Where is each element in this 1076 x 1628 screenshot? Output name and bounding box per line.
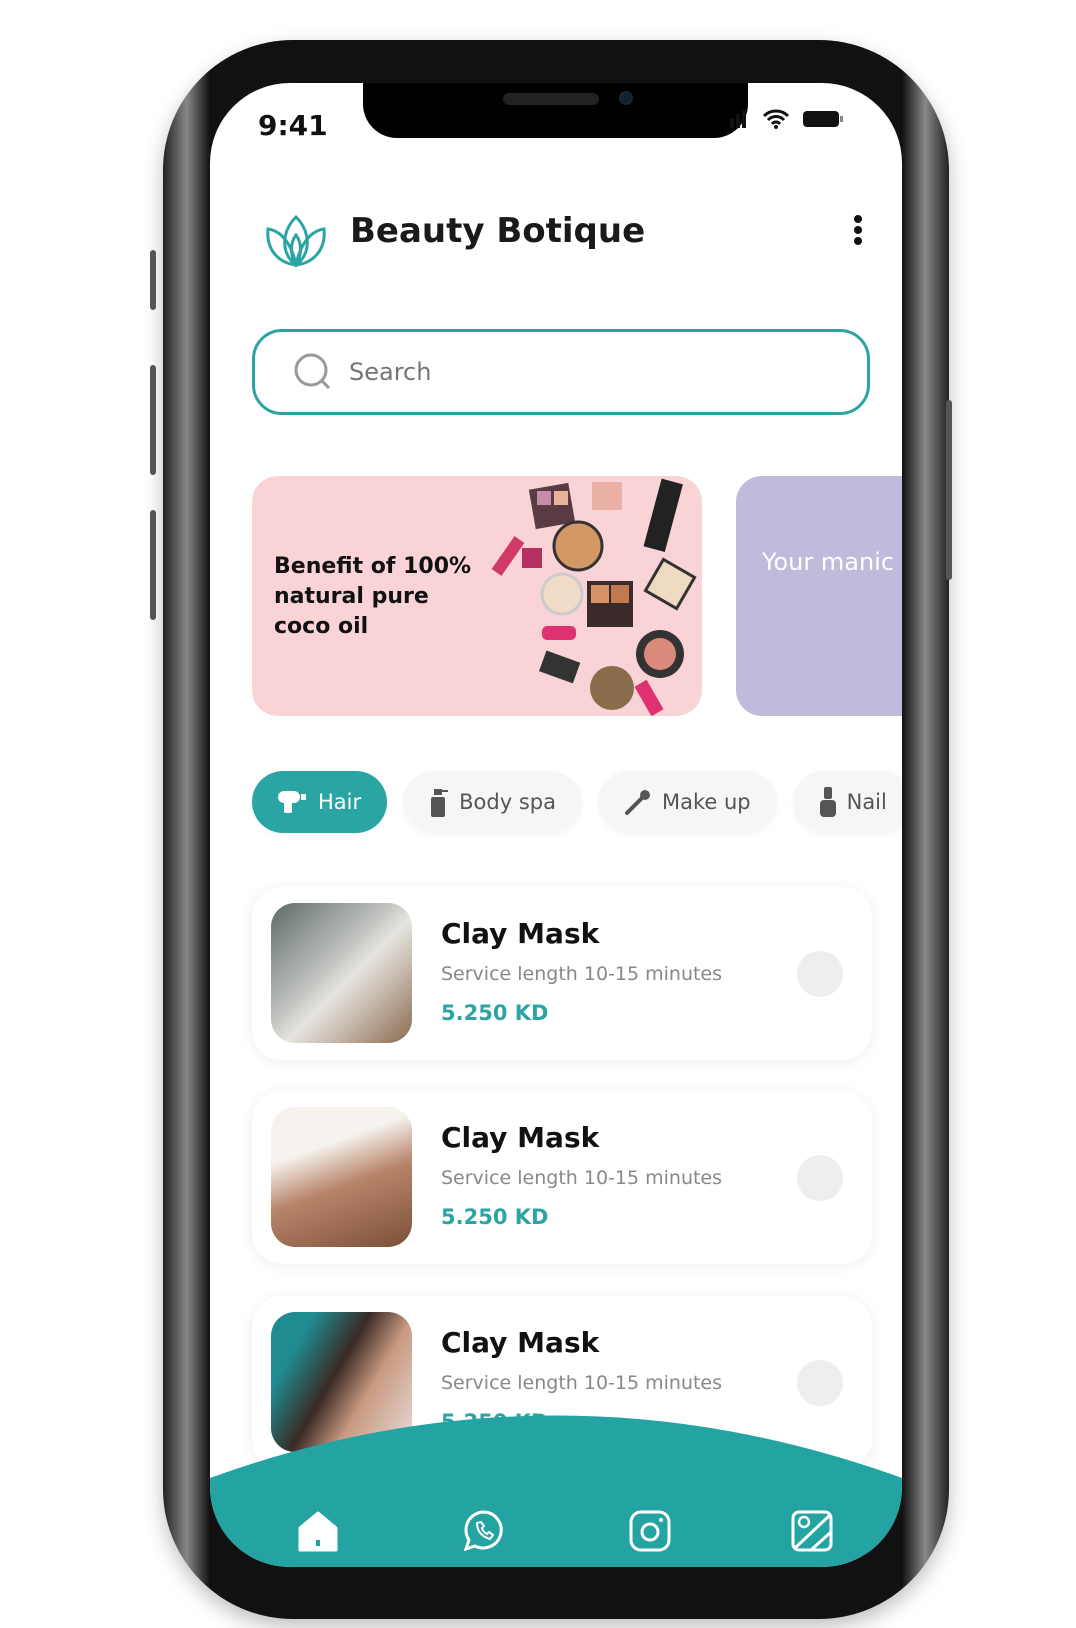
makeup-illustration — [491, 478, 697, 716]
power-button — [946, 400, 952, 580]
kebab-icon[interactable] — [850, 215, 866, 245]
app-title: Beauty Botique — [350, 211, 646, 251]
service-length: Service length 10-15 minutes — [441, 963, 723, 985]
signal-icon — [730, 110, 746, 128]
category-label: Nail — [846, 790, 887, 814]
mute-switch — [150, 250, 156, 310]
service-name: Clay Mask — [441, 1121, 600, 1154]
service-image — [271, 903, 412, 1043]
camera — [619, 91, 633, 105]
service-name: Clay Mask — [441, 917, 600, 950]
banner-text-2: Your manic — [762, 548, 895, 576]
nail-polish-icon — [819, 787, 836, 817]
volume-up-button — [150, 365, 156, 475]
status-icons — [730, 109, 844, 129]
category-label: Body spa — [459, 790, 556, 814]
category-body-spa[interactable]: Body spa — [403, 771, 582, 833]
banner-text: Benefit of 100% natural pure coco oil — [274, 554, 472, 639]
category-chips: Hair Body spa Make up Nail — [252, 771, 902, 833]
hair-dryer-icon — [278, 791, 306, 813]
search-input[interactable] — [349, 358, 749, 386]
volume-down-button — [150, 510, 156, 620]
instagram-icon[interactable] — [627, 1508, 673, 1554]
service-name: Clay Mask — [441, 1326, 600, 1359]
promo-banner-2[interactable]: Your manic — [736, 476, 902, 716]
category-nail[interactable]: Nail — [792, 771, 902, 833]
select-radio[interactable] — [797, 951, 843, 997]
makeup-brush-icon — [624, 790, 650, 815]
category-make-up[interactable]: Make up — [597, 771, 777, 833]
service-card[interactable]: Clay Mask Service length 10-15 minutes 5… — [252, 887, 872, 1060]
service-length: Service length 10-15 minutes — [441, 1167, 723, 1189]
category-label: Make up — [661, 790, 751, 814]
category-label: Hair — [318, 790, 362, 814]
service-price: 5.250 KD — [441, 1001, 549, 1025]
status-time: 9:41 — [258, 109, 328, 142]
category-hair[interactable]: Hair — [252, 771, 388, 833]
search-icon — [294, 353, 331, 390]
service-price: 5.250 KD — [441, 1205, 549, 1229]
spray-bottle-icon — [431, 789, 449, 817]
speaker — [503, 93, 599, 105]
battery-icon — [803, 111, 843, 127]
lotus-icon — [266, 214, 326, 268]
select-radio[interactable] — [797, 1155, 843, 1201]
search-bar[interactable] — [252, 329, 870, 415]
promo-banner[interactable]: Benefit of 100% natural pure coco oil — [252, 476, 702, 716]
map-icon[interactable] — [789, 1508, 835, 1554]
wifi-icon — [762, 109, 790, 129]
home-icon[interactable] — [295, 1508, 341, 1554]
app-screen: 9:41 Beauty Botique Benefit of 100% natu… — [210, 83, 902, 1567]
service-card[interactable]: Clay Mask Service length 10-15 minutes 5… — [252, 1091, 872, 1264]
whatsapp-icon[interactable] — [461, 1508, 507, 1554]
notch — [363, 83, 748, 138]
service-image — [271, 1107, 412, 1247]
